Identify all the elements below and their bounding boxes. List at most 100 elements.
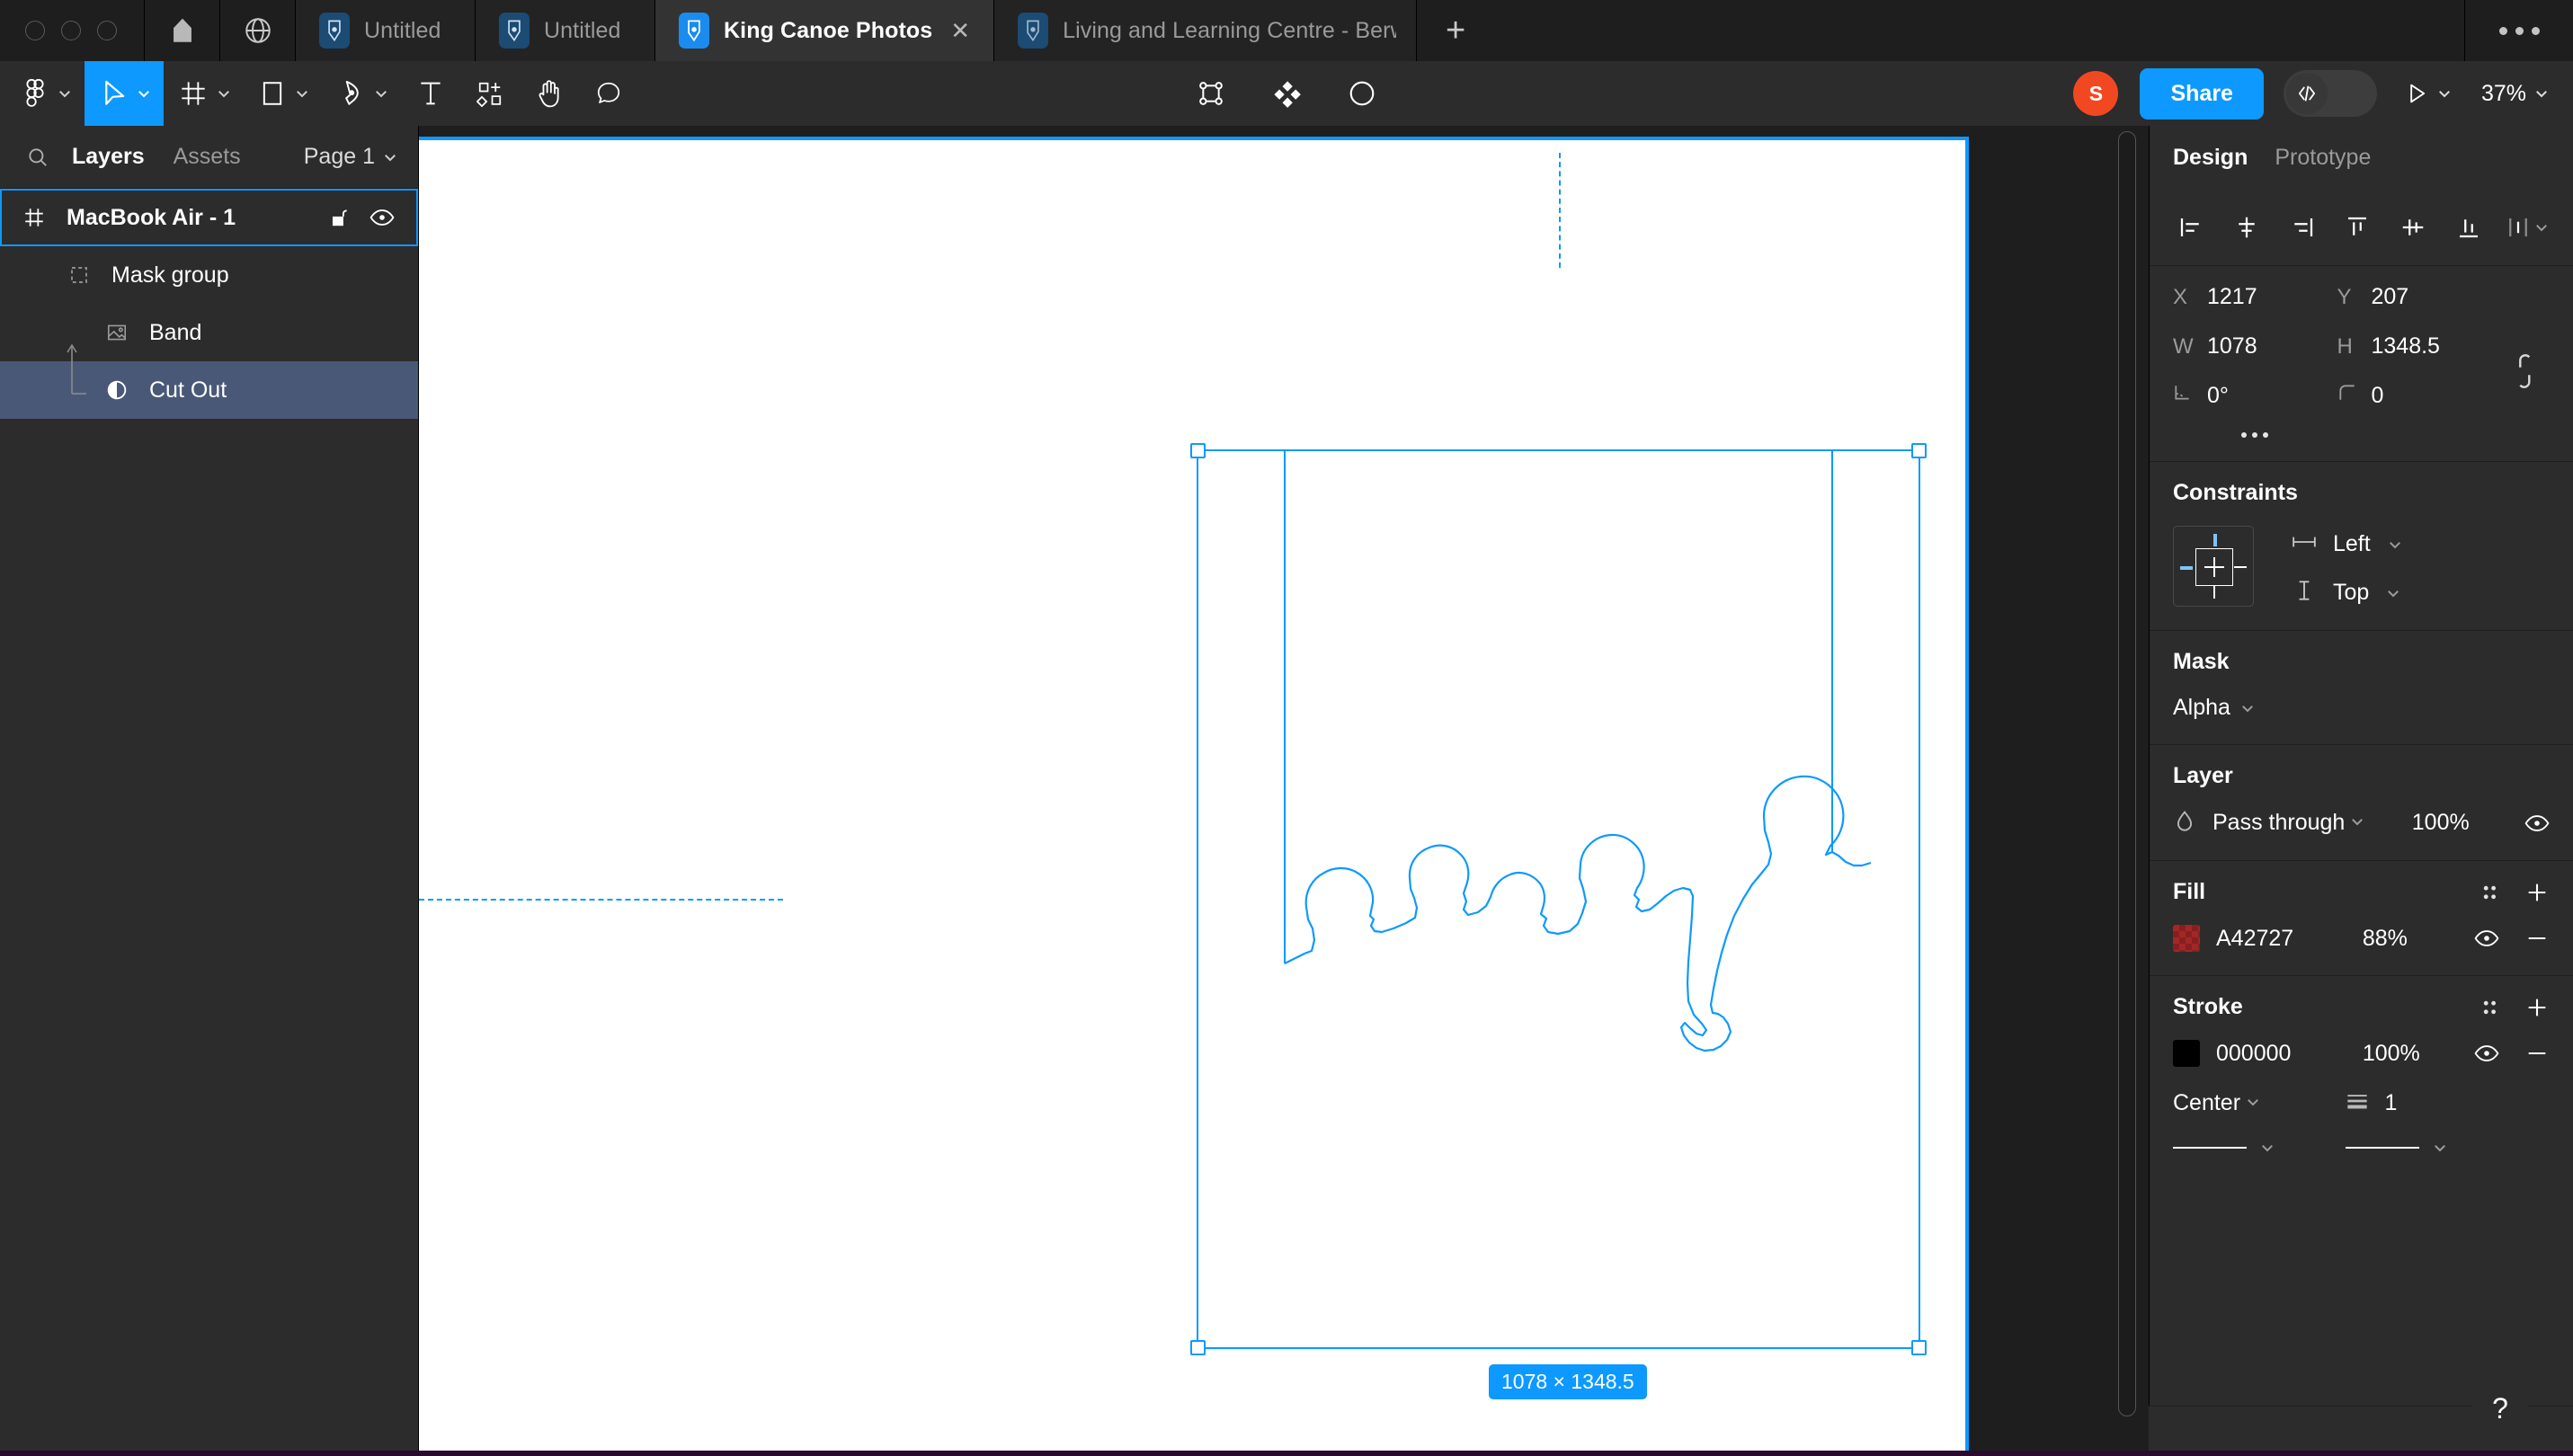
resize-handle-top-right[interactable]: [1911, 443, 1927, 458]
y-field[interactable]: Y 207: [2337, 284, 2502, 310]
more-options-icon[interactable]: [2173, 432, 2337, 438]
home-icon[interactable]: [145, 0, 220, 61]
constraint-tick-top[interactable]: [2212, 534, 2217, 546]
move-tool-button[interactable]: [85, 61, 164, 126]
scale-tool-button[interactable]: [1181, 61, 1241, 126]
tab-living-and-learning-centre[interactable]: Living and Learning Centre - Berwick: [994, 0, 1418, 61]
comment-tool-button[interactable]: [579, 61, 638, 126]
align-horizontal-center-icon[interactable]: [2229, 209, 2265, 245]
eye-icon[interactable]: [369, 208, 395, 227]
dot: [2241, 432, 2248, 438]
page-selector[interactable]: Page 1: [304, 144, 398, 170]
tab-layers[interactable]: Layers: [58, 144, 159, 170]
corner-radius-field[interactable]: 0: [2337, 383, 2502, 409]
eye-icon[interactable]: [2474, 1043, 2499, 1063]
stroke-color-swatch[interactable]: [2173, 1040, 2200, 1067]
tab-bar-spacer: [1494, 0, 2465, 61]
align-top-icon[interactable]: [2339, 209, 2375, 245]
fill-opacity-value[interactable]: 88%: [2363, 926, 2458, 952]
selection-bounding-box[interactable]: [1190, 443, 1927, 1355]
tab-untitled-1[interactable]: Untitled: [296, 0, 476, 61]
right-sidebar: Design Prototype X 1217 Y 207 W 1078 H 1…: [2149, 126, 2573, 1456]
unlock-icon[interactable]: [328, 206, 350, 229]
resize-handle-top-left[interactable]: [1190, 443, 1206, 458]
horizontal-constraint-dropdown[interactable]: Left: [2292, 531, 2403, 557]
align-right-icon[interactable]: [2284, 209, 2320, 245]
share-button[interactable]: Share: [2140, 67, 2264, 120]
stroke-dash-style-dropdown[interactable]: [2173, 1140, 2326, 1156]
layer-row-cut-out[interactable]: Cut Out: [0, 361, 418, 419]
artboard-macbook-air-1[interactable]: 1078 × 1348.5: [419, 137, 1969, 1456]
remove-icon[interactable]: [2524, 1041, 2550, 1066]
tab-prototype[interactable]: Prototype: [2275, 145, 2371, 171]
height-field[interactable]: H 1348.5: [2337, 333, 2502, 360]
tab-king-canoe-photos[interactable]: King Canoe Photos ✕: [655, 0, 995, 61]
figma-menu-button[interactable]: [5, 61, 85, 126]
eye-icon[interactable]: [2474, 928, 2499, 948]
canvas-vertical-scrollbar[interactable]: [2118, 131, 2136, 1416]
styles-icon[interactable]: [2480, 997, 2501, 1018]
search-icon[interactable]: [18, 146, 58, 169]
present-button[interactable]: [2404, 81, 2453, 106]
text-tool-button[interactable]: [401, 61, 460, 126]
toolbar-center-tools: [1181, 61, 1392, 126]
avatar[interactable]: S: [2073, 71, 2119, 116]
x-field[interactable]: X 1217: [2173, 284, 2337, 310]
tab-untitled-2[interactable]: Untitled: [476, 0, 655, 61]
components-tool-button[interactable]: [460, 61, 520, 126]
zoom-control[interactable]: 37%: [2481, 81, 2550, 107]
stroke-cap-style-dropdown[interactable]: [2346, 1140, 2498, 1156]
blend-mode-dropdown[interactable]: Pass through: [2212, 810, 2365, 836]
window-maximize-button[interactable]: [97, 21, 117, 40]
shape-tool-button[interactable]: [243, 61, 322, 126]
stroke-item-row: 000000 100%: [2173, 1040, 2550, 1067]
mask-type-dropdown[interactable]: Alpha: [2173, 695, 2256, 721]
fill-hex-value[interactable]: A42727: [2216, 926, 2346, 952]
globe-icon[interactable]: [220, 0, 296, 61]
resize-handle-bottom-left[interactable]: [1190, 1340, 1206, 1355]
layer-row-macbook-air-1[interactable]: MacBook Air - 1: [0, 189, 418, 246]
contrast-button[interactable]: [1332, 61, 1392, 126]
stroke-hex-value[interactable]: 000000: [2216, 1041, 2346, 1067]
eye-icon[interactable]: [2524, 813, 2550, 833]
chevron-down-icon: [385, 154, 396, 161]
layer-row-mask-group[interactable]: Mask group: [0, 246, 418, 304]
new-tab-button[interactable]: +: [1417, 0, 1494, 61]
vertical-constraint-dropdown[interactable]: Top: [2292, 579, 2403, 607]
layer-row-band[interactable]: Band: [0, 304, 418, 361]
constraint-tick-bottom[interactable]: [2212, 586, 2215, 599]
styles-icon[interactable]: [2480, 882, 2501, 903]
window-minimize-button[interactable]: [61, 21, 81, 40]
tab-assets[interactable]: Assets: [159, 144, 255, 170]
remove-icon[interactable]: [2524, 926, 2550, 951]
resize-handle-bottom-right[interactable]: [1911, 1340, 1927, 1355]
add-icon[interactable]: [2524, 880, 2550, 905]
constraint-tick-left[interactable]: [2180, 565, 2193, 570]
pen-tool-button[interactable]: [322, 61, 401, 126]
frame-tool-button[interactable]: [164, 61, 243, 126]
align-left-icon[interactable]: [2173, 209, 2209, 245]
rotation-field[interactable]: 0°: [2173, 383, 2337, 409]
add-icon[interactable]: [2524, 995, 2550, 1020]
stroke-weight-field[interactable]: 1: [2346, 1090, 2397, 1116]
stroke-opacity-value[interactable]: 100%: [2363, 1041, 2458, 1067]
help-button[interactable]: ?: [2472, 1381, 2528, 1436]
tab-close-icon[interactable]: ✕: [947, 17, 974, 44]
align-bottom-icon[interactable]: [2451, 209, 2487, 245]
canvas-viewport[interactable]: 1078 × 1348.5: [419, 126, 2149, 1456]
width-field[interactable]: W 1078: [2173, 333, 2337, 360]
align-vertical-center-icon[interactable]: [2395, 209, 2431, 245]
overflow-menu-icon[interactable]: [2465, 0, 2573, 61]
dev-mode-toggle[interactable]: [2283, 70, 2377, 117]
stroke-align-dropdown[interactable]: Center: [2173, 1090, 2261, 1116]
window-close-button[interactable]: [25, 21, 45, 40]
plugins-button[interactable]: [1257, 61, 1316, 126]
constraint-tick-right[interactable]: [2234, 566, 2247, 568]
tab-design[interactable]: Design: [2173, 145, 2248, 171]
layer-opacity-value[interactable]: 100%: [2412, 810, 2470, 836]
constrain-proportions-icon[interactable]: [2501, 353, 2550, 389]
fill-color-swatch[interactable]: [2173, 925, 2200, 952]
hand-tool-button[interactable]: [520, 61, 579, 126]
constraints-grid-widget[interactable]: [2173, 526, 2254, 607]
distribute-icon[interactable]: [2506, 214, 2550, 241]
